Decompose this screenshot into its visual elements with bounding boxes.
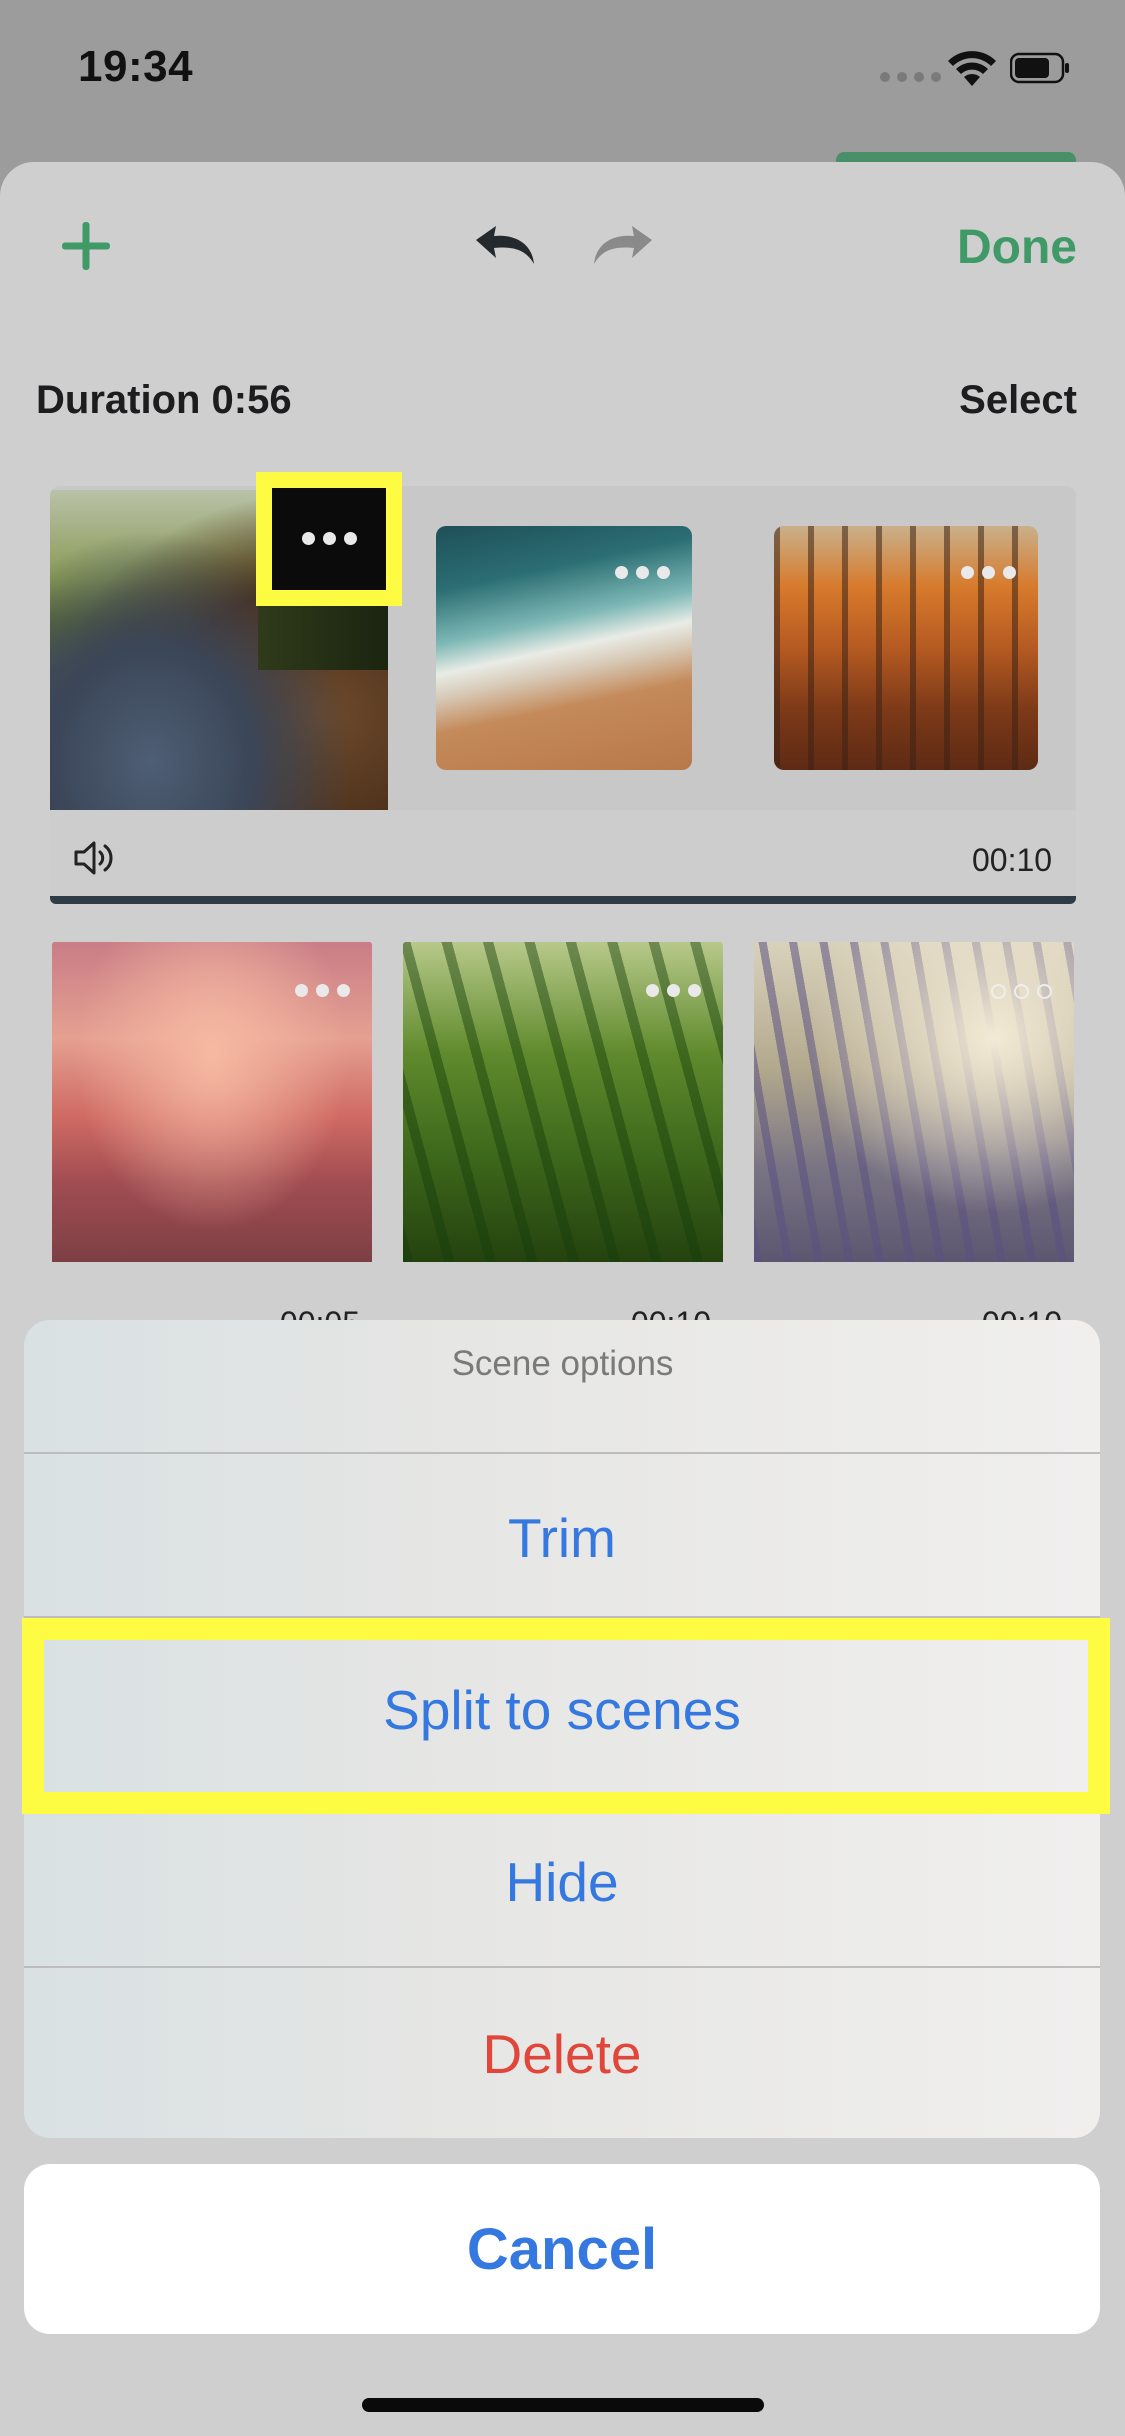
status-time: 19:34 xyxy=(78,42,194,91)
redo-icon[interactable] xyxy=(588,220,660,272)
add-icon[interactable] xyxy=(58,218,114,274)
clip-thumbnail-wave[interactable] xyxy=(436,526,692,770)
scene-card-1-footer xyxy=(50,810,1076,900)
cancel-button[interactable]: Cancel xyxy=(24,2164,1100,2334)
cellular-signal-icon xyxy=(880,72,941,82)
divider xyxy=(24,1966,1100,1968)
select-button[interactable]: Select xyxy=(959,378,1077,423)
scene-card-4[interactable]: 00:10 xyxy=(752,940,1076,1340)
scene-card-3[interactable]: 00:10 xyxy=(401,940,725,1340)
more-options-icon[interactable] xyxy=(991,984,1052,999)
done-button[interactable]: Done xyxy=(957,220,1077,275)
undo-icon[interactable] xyxy=(468,220,540,272)
wifi-icon xyxy=(948,51,996,86)
scene-duration: 00:10 xyxy=(972,842,1053,878)
home-indicator[interactable] xyxy=(362,2398,764,2412)
speaker-icon[interactable] xyxy=(72,838,116,878)
scene-progress-bar xyxy=(50,896,1076,904)
sheet-title: Scene options xyxy=(451,1344,674,1383)
divider xyxy=(24,1452,1100,1454)
highlight-box xyxy=(22,1618,1110,1814)
more-options-icon[interactable] xyxy=(961,566,1016,579)
hide-option[interactable]: Hide xyxy=(24,1850,1100,1914)
trim-option[interactable]: Trim xyxy=(24,1506,1100,1570)
duration-label: Duration 0:56 xyxy=(36,378,292,422)
battery-icon xyxy=(1010,52,1069,84)
highlighted-more-options-button[interactable] xyxy=(256,472,402,606)
more-options-icon[interactable] xyxy=(302,532,357,545)
more-options-icon[interactable] xyxy=(615,566,670,579)
clip-thumbnail-forest[interactable] xyxy=(774,526,1038,770)
delete-option[interactable]: Delete xyxy=(24,2022,1100,2086)
more-options-icon[interactable] xyxy=(295,984,350,997)
more-options-icon[interactable] xyxy=(646,984,701,997)
scene-card-2[interactable]: 00:05 xyxy=(50,940,374,1340)
